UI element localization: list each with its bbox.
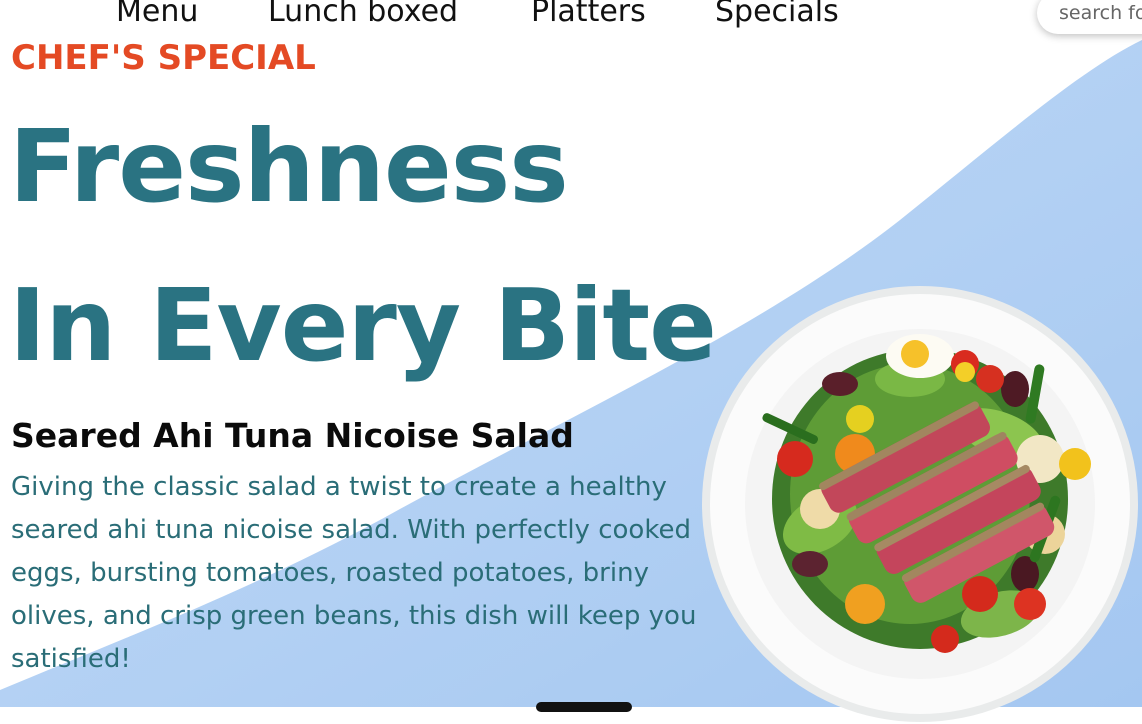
dish-title: Seared Ahi Tuna Nicoise Salad: [11, 416, 574, 455]
chefs-special-label: CHEF'S SPECIAL: [11, 38, 316, 78]
top-nav: Menu Lunch boxed Platters Specials: [0, 0, 1142, 34]
nav-item-platters[interactable]: Platters: [531, 0, 646, 29]
headline-line-1: Freshness: [9, 108, 569, 225]
scroll-indicator: [536, 702, 632, 712]
headline-line-2: In Every Bite: [9, 267, 717, 384]
dish-description: Giving the classic salad a twist to crea…: [11, 472, 697, 674]
salad-plate-image: [702, 286, 1138, 722]
nav-item-specials[interactable]: Specials: [715, 0, 839, 29]
nav-item-lunch-boxed[interactable]: Lunch boxed: [268, 0, 458, 29]
nav-item-menu[interactable]: Menu: [116, 0, 198, 29]
search-box[interactable]: [1037, 0, 1142, 34]
search-input[interactable]: [1059, 2, 1142, 24]
